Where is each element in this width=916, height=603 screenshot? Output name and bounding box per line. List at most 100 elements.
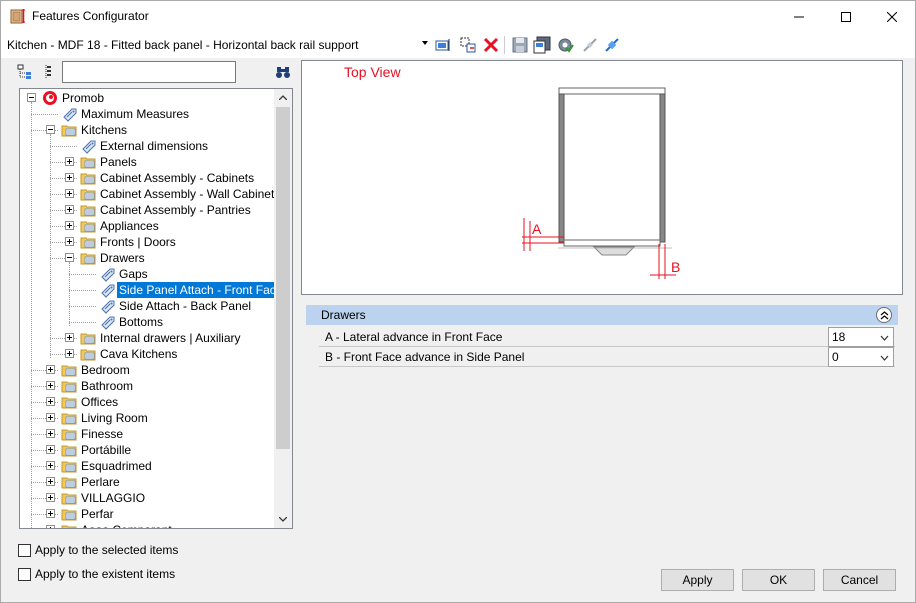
tree-item[interactable]: Appliances [80,218,161,234]
expand-tree-icon[interactable] [41,64,57,80]
tree-item[interactable]: Side Panel Attach - Front Face [99,282,285,298]
tree-item[interactable]: Cabinet Assembly - Pantries [80,202,253,218]
expand-icon[interactable] [46,477,55,486]
tree-item[interactable]: Bedroom [61,362,132,378]
folder-icon [80,349,96,361]
folder-icon [80,173,96,185]
folder-icon [80,333,96,345]
tree-item[interactable]: Kitchens [61,122,129,138]
tree-item[interactable]: Internal drawers | Auxiliary [80,330,243,346]
collapse-icon[interactable] [46,125,55,134]
scrollbar-thumb[interactable] [276,107,290,449]
copy-item-icon[interactable] [459,36,477,54]
expand-icon[interactable] [65,189,74,198]
chevron-down-icon [880,335,889,341]
feature-tree[interactable]: Promob Maximum Measures Kitchens External d… [19,88,293,529]
tree-item[interactable]: Esquadrimed [61,458,154,474]
expand-icon[interactable] [65,173,74,182]
expand-icon[interactable] [65,205,74,214]
feature-path-select[interactable]: Kitchen - MDF 18 - Fitted back panel - H… [7,38,358,52]
binoculars-icon[interactable] [275,64,291,80]
expand-icon[interactable] [46,493,55,502]
tree-item[interactable]: Maximum Measures [61,106,191,122]
tree-item[interactable]: Aaaa Comparant [61,522,174,528]
folder-icon [61,493,77,505]
tree-item-label: Finesse [81,427,124,441]
settings-icon[interactable] [556,36,574,54]
expand-icon[interactable] [65,349,74,358]
expand-icon[interactable] [46,365,55,374]
close-button[interactable] [869,1,915,32]
apply-selected-checkbox[interactable] [18,543,31,557]
minimize-button[interactable] [776,1,822,32]
folder-icon [61,477,77,489]
tree-item[interactable]: Cava Kitchens [80,346,179,362]
maximize-button[interactable] [823,1,869,32]
tree-item-label: Cabinet Assembly - Wall Cabinets [100,187,281,201]
tree-item[interactable]: Gaps [99,266,150,282]
tree-item[interactable]: Bottoms [99,314,165,330]
expand-icon[interactable] [65,221,74,230]
cancel-button[interactable]: Cancel [823,569,896,591]
save-icon[interactable] [511,36,529,54]
expand-icon[interactable] [65,237,74,246]
property-row-lateral-advance: A - Lateral advance in Front Face 18 [319,327,895,347]
tree-item[interactable]: Portábille [61,442,133,458]
connect-icon[interactable] [603,36,621,54]
tree-item[interactable]: Finesse [61,426,125,442]
front-face-advance-select[interactable]: 0 [828,347,894,367]
expand-icon[interactable] [46,381,55,390]
tree-item[interactable]: Side Attach - Back Panel [99,298,253,314]
tree-item-label: Perlare [81,475,120,489]
lateral-advance-select[interactable]: 18 [828,327,894,347]
collapse-icon[interactable] [27,93,36,102]
tree-item[interactable]: Perlare [61,474,122,490]
expand-icon[interactable] [46,525,55,528]
tree-item-label: Esquadrimed [81,459,152,473]
tree-item[interactable]: Perfar [61,506,116,522]
tree-item[interactable]: Drawers [80,250,147,266]
apply-existent-checkbox-row[interactable]: Apply to the existent items [18,566,175,582]
scroll-up-button[interactable] [274,89,292,106]
scroll-down-button[interactable] [274,511,292,528]
delete-icon[interactable] [482,36,500,54]
tree-item[interactable]: Panels [80,154,139,170]
tree-item[interactable]: Fronts | Doors [80,234,178,250]
expand-icon[interactable] [46,413,55,422]
apply-selected-checkbox-row[interactable]: Apply to the selected items [18,542,178,558]
expand-icon[interactable] [46,429,55,438]
properties-group-header[interactable]: Drawers [306,305,898,325]
tree-item[interactable]: External dimensions [80,138,210,154]
expand-icon[interactable] [46,445,55,454]
save-as-icon[interactable] [533,36,551,54]
folder-icon [61,429,77,441]
tree-item-label: Cabinet Assembly - Cabinets [100,171,255,185]
apply-existent-checkbox[interactable] [18,567,31,581]
tree-item[interactable]: Cabinet Assembly - Cabinets [80,170,256,186]
disconnect-icon[interactable] [581,36,599,54]
double-chevron-up-icon[interactable] [876,307,892,323]
tree-item[interactable]: Promob [42,90,106,106]
property-label: B - Front Face advance in Side Panel [325,350,525,364]
tree-scrollbar[interactable] [274,89,292,528]
expand-icon[interactable] [65,333,74,342]
tree-item[interactable]: Living Room [61,410,150,426]
expand-icon[interactable] [65,157,74,166]
tag-icon [63,108,77,122]
tree-item[interactable]: Cabinet Assembly - Wall Cabinets [80,186,282,202]
expand-icon[interactable] [46,397,55,406]
chevron-down-icon[interactable] [422,41,428,45]
tree-item-label: Offices [81,395,119,409]
ok-button[interactable]: OK [742,569,815,591]
expand-icon[interactable] [46,461,55,470]
tree-search-input[interactable] [62,61,236,83]
expand-icon[interactable] [46,509,55,518]
collapse-icon[interactable] [65,253,74,262]
tree-item[interactable]: Bathroom [61,378,135,394]
apply-button[interactable]: Apply [661,569,734,591]
tree-item[interactable]: VILLAGGIO [61,490,147,506]
tree-item[interactable]: Offices [61,394,120,410]
tree-item-label: Gaps [119,267,148,281]
collapse-tree-icon[interactable] [17,64,33,80]
select-item-icon[interactable] [434,36,452,54]
